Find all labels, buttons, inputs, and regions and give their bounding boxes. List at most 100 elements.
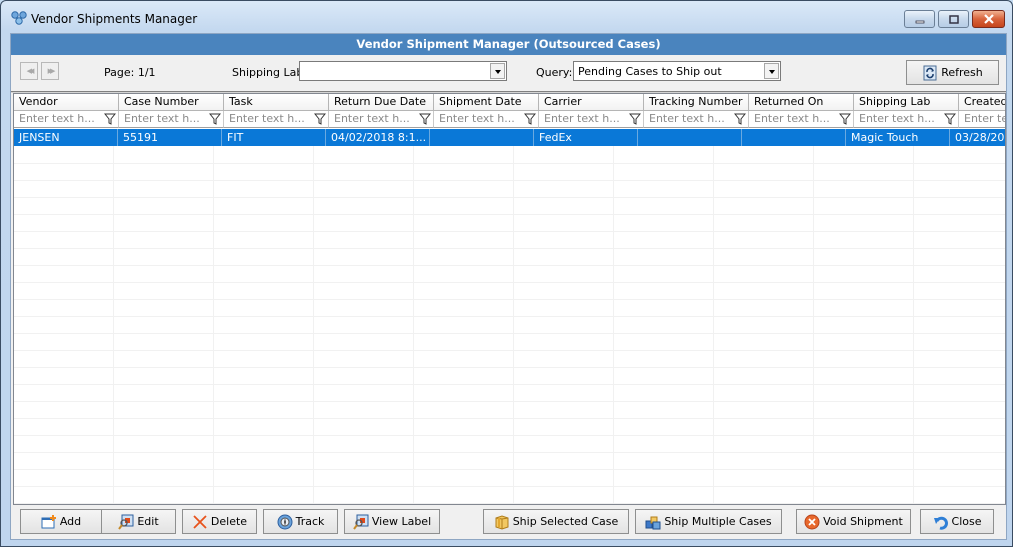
empty-grid-row [14, 384, 1005, 402]
void-shipment-button[interactable]: Void Shipment [796, 509, 911, 534]
filter-cell-shipment-date[interactable]: Enter text h... [434, 111, 539, 128]
cell-returned-on[interactable] [742, 129, 846, 146]
shipments-grid[interactable]: Vendor Case Number Task Return Due Date … [13, 93, 1006, 505]
cell-shipment-date[interactable] [430, 129, 534, 146]
ship-multiple-cases-button[interactable]: Ship Multiple Cases [635, 509, 782, 534]
next-page-button[interactable]: ▶▶ [41, 62, 59, 80]
close-button[interactable]: Close [920, 509, 994, 534]
grid-column-line [813, 146, 814, 504]
empty-grid-row [14, 214, 1005, 232]
close-icon [973, 11, 1004, 27]
filter-cell-return-due-date[interactable]: Enter text h... [329, 111, 434, 128]
add-icon [41, 514, 56, 528]
filter-cell-task[interactable]: Enter text h... [224, 111, 329, 128]
empty-grid-row [14, 146, 1005, 164]
grid-header-row: Vendor Case Number Task Return Due Date … [14, 94, 1005, 111]
minimize-icon [905, 11, 934, 27]
empty-grid-row [14, 435, 1005, 453]
refresh-icon [923, 65, 937, 80]
filter-icon[interactable] [944, 113, 956, 125]
filter-icon[interactable] [419, 113, 431, 125]
page-indicator: Page: 1/1 [104, 66, 156, 79]
refresh-button[interactable]: Refresh [906, 60, 999, 85]
maximize-button[interactable] [938, 10, 969, 28]
minimize-button[interactable] [904, 10, 935, 28]
column-header-return-due-date[interactable]: Return Due Date [329, 94, 434, 111]
client-area: Vendor Shipment Manager (Outsourced Case… [10, 33, 1007, 540]
query-value: Pending Cases to Ship out [578, 65, 722, 78]
column-header-created-on[interactable]: Created On [959, 94, 1005, 111]
cell-return-due-date[interactable]: 04/02/2018 8:1... [326, 129, 430, 146]
cell-carrier[interactable]: FedEx [534, 129, 638, 146]
empty-grid-row [14, 282, 1005, 300]
delete-button[interactable]: Delete [182, 509, 257, 534]
chevron-down-icon[interactable] [490, 63, 505, 79]
column-header-tracking-number[interactable]: Tracking Number [644, 94, 749, 111]
multiple-packages-icon [645, 516, 661, 529]
filter-placeholder: Enter text h... [544, 112, 620, 125]
grid-column-line [213, 146, 214, 504]
cell-task[interactable]: FIT [222, 129, 326, 146]
column-header-shipping-lab[interactable]: Shipping Lab [854, 94, 959, 111]
empty-grid-row [14, 333, 1005, 351]
cell-case-number[interactable]: 55191 [118, 129, 222, 146]
filter-cell-returned-on[interactable]: Enter text h... [749, 111, 854, 128]
filter-icon[interactable] [209, 113, 221, 125]
package-icon [495, 514, 509, 530]
column-header-task[interactable]: Task [224, 94, 329, 111]
banner-title: Vendor Shipment Manager (Outsourced Case… [11, 34, 1006, 55]
ship-selected-case-button[interactable]: Ship Selected Case [483, 509, 629, 534]
edit-label: Edit [137, 515, 159, 528]
chevron-down-icon[interactable] [764, 63, 779, 79]
table-row[interactable]: JENSEN 55191 FIT 04/02/2018 8:1... FedEx… [14, 129, 1005, 146]
refresh-label: Refresh [941, 66, 983, 79]
void-icon [804, 514, 820, 529]
empty-grid-row [14, 401, 1005, 419]
empty-grid-row [14, 248, 1005, 266]
cell-tracking-number[interactable] [638, 129, 742, 146]
cell-created-on[interactable]: 03/28/2019 7:5... [950, 129, 1005, 146]
undo-icon [933, 516, 948, 530]
column-header-vendor[interactable]: Vendor [14, 94, 119, 111]
view-label-button[interactable]: View Label [344, 509, 440, 534]
filter-icon[interactable] [524, 113, 536, 125]
title-bar[interactable]: Vendor Shipments Manager [1, 1, 1012, 33]
filter-cell-carrier[interactable]: Enter text h... [539, 111, 644, 128]
previous-page-button[interactable]: ◀◀ [20, 62, 38, 80]
delete-icon [193, 514, 207, 529]
filter-cell-case-number[interactable]: Enter text h... [119, 111, 224, 128]
track-icon [277, 514, 293, 529]
query-select[interactable]: Pending Cases to Ship out [573, 61, 781, 81]
filter-icon[interactable] [104, 113, 116, 125]
cell-vendor[interactable]: JENSEN [14, 129, 118, 146]
filter-cell-vendor[interactable]: Enter text h... [14, 111, 119, 128]
empty-grid-row [14, 367, 1005, 385]
filter-cell-created-on[interactable]: Enter text h... [959, 111, 1005, 128]
filter-icon[interactable] [839, 113, 851, 125]
shipping-lab-select[interactable] [299, 61, 507, 81]
cell-shipping-lab[interactable]: Magic Touch [846, 129, 950, 146]
track-button[interactable]: Track [263, 509, 338, 534]
filter-icon[interactable] [734, 113, 746, 125]
next-icon: ▶▶ [47, 67, 56, 75]
filter-placeholder: Enter text h... [124, 112, 200, 125]
column-header-shipment-date[interactable]: Shipment Date [434, 94, 539, 111]
filter-cell-tracking-number[interactable]: Enter text h... [644, 111, 749, 128]
empty-grid-row [14, 180, 1005, 198]
filter-icon[interactable] [629, 113, 641, 125]
filter-placeholder: Enter text h... [439, 112, 515, 125]
column-header-case-number[interactable]: Case Number [119, 94, 224, 111]
view-label-icon [353, 514, 369, 530]
filter-cell-shipping-lab[interactable]: Enter text h... [854, 111, 959, 128]
column-header-carrier[interactable]: Carrier [539, 94, 644, 111]
grid-column-line [113, 146, 114, 504]
column-header-returned-on[interactable]: Returned On [749, 94, 854, 111]
vendor-shipments-window: Vendor Shipments Manager Vendor Shipment… [0, 0, 1013, 547]
edit-icon [118, 514, 134, 530]
empty-grid-row [14, 299, 1005, 317]
filter-icon[interactable] [314, 113, 326, 125]
empty-grid-row [14, 197, 1005, 215]
close-window-button[interactable] [972, 10, 1005, 28]
add-button[interactable]: Add [20, 509, 102, 534]
edit-button[interactable]: Edit [101, 509, 176, 534]
